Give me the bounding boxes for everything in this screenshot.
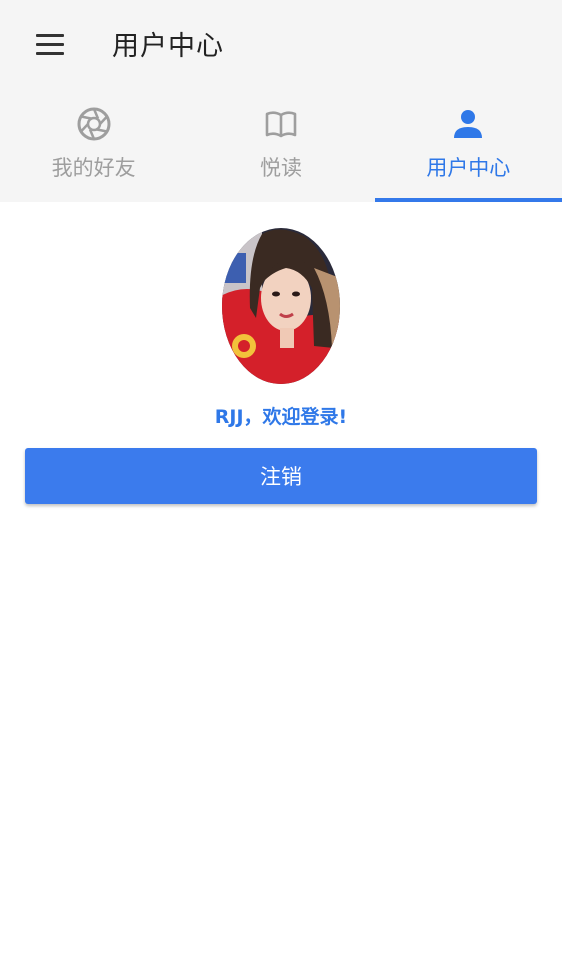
- tab-label: 我的好友: [51, 156, 136, 180]
- tab-label: 用户中心: [426, 156, 511, 180]
- tab-bar: 我的好友 悦读 用户中心: [0, 88, 562, 202]
- user-avatar: [222, 228, 340, 384]
- person-icon: [454, 110, 483, 138]
- open-book-icon: [265, 111, 297, 138]
- tab-reading[interactable]: 悦读: [187, 88, 374, 202]
- page-title: 用户中心: [112, 31, 224, 62]
- tab-label: 悦读: [259, 156, 302, 180]
- tab-user-center[interactable]: 用户中心: [375, 88, 562, 202]
- tab-my-friends[interactable]: 我的好友: [0, 88, 187, 202]
- active-tab-indicator: [375, 198, 562, 202]
- aperture-icon: [77, 107, 111, 141]
- hamburger-menu-icon[interactable]: [30, 26, 70, 62]
- logout-button[interactable]: 注销: [25, 448, 537, 504]
- welcome-message: RJJ，欢迎登录!: [214, 406, 348, 428]
- app-bar: 用户中心: [0, 0, 562, 88]
